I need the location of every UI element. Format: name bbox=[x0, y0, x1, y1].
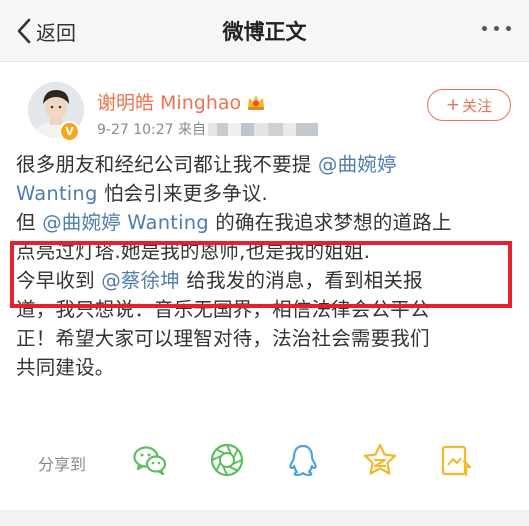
author-name-row[interactable]: 谢明皓 Minghao bbox=[97, 88, 266, 115]
qzone-icon[interactable] bbox=[361, 441, 399, 479]
post-text-segment: 共同建设。 bbox=[16, 356, 115, 379]
plus-icon: + bbox=[445, 95, 461, 115]
nav-bar: 返回 微博正文 bbox=[0, 0, 529, 62]
post-text-segment: 但 bbox=[16, 211, 43, 234]
post-meta: 9-27 10:27 来自 bbox=[97, 119, 319, 139]
mention-link[interactable]: Wanting bbox=[16, 182, 98, 205]
post-line: 正！希望大家可以理智对待，法治社会需要我们 bbox=[16, 324, 521, 353]
post-line: Wanting 怕会引来更多争议. bbox=[16, 179, 521, 208]
weibo-share-icon[interactable] bbox=[437, 441, 475, 479]
page-title: 微博正文 bbox=[222, 20, 307, 44]
qq-icon[interactable] bbox=[284, 441, 322, 479]
post-source-label: 来自 bbox=[178, 122, 207, 138]
moments-icon[interactable] bbox=[208, 441, 246, 479]
post-line: 但 @曲婉婷 Wanting 的确在我追求梦想的道路上 bbox=[16, 208, 521, 237]
mention-link[interactable]: @曲婉婷 Wanting bbox=[42, 211, 209, 234]
post-line: 共同建设。 bbox=[16, 353, 521, 382]
post-time: 9-27 10:27 bbox=[97, 122, 174, 138]
redacted-source bbox=[208, 123, 319, 136]
post-text-segment: 正！希望大家可以理智对待，法治社会需要我们 bbox=[16, 327, 430, 350]
more-dot-icon bbox=[494, 26, 499, 31]
post-text-segment: 怕会引来更多争议. bbox=[97, 182, 268, 205]
bottom-divider bbox=[0, 510, 529, 526]
verified-badge-icon: V bbox=[59, 121, 80, 142]
follow-button[interactable]: + 关注 bbox=[427, 89, 511, 121]
more-options-button[interactable] bbox=[482, 26, 511, 31]
post-text-segment: 很多朋友和经纪公司都让我不要提 bbox=[16, 153, 318, 176]
more-dot-icon bbox=[482, 26, 487, 31]
annotation-highlight-box bbox=[10, 241, 512, 308]
author-name[interactable]: 谢明皓 Minghao bbox=[97, 92, 241, 114]
share-label: 分享到 bbox=[38, 455, 87, 474]
wechat-icon[interactable] bbox=[131, 441, 169, 479]
more-dot-icon bbox=[506, 26, 511, 31]
crown-icon bbox=[248, 95, 265, 110]
follow-label: 关注 bbox=[462, 96, 493, 115]
post-line: 很多朋友和经纪公司都让我不要提 @曲婉婷 bbox=[16, 150, 521, 179]
post-text-segment: 的确在我追求梦想的道路上 bbox=[208, 211, 452, 234]
mention-link[interactable]: @曲婉婷 bbox=[318, 153, 397, 176]
share-bar: 分享到 bbox=[0, 436, 529, 486]
